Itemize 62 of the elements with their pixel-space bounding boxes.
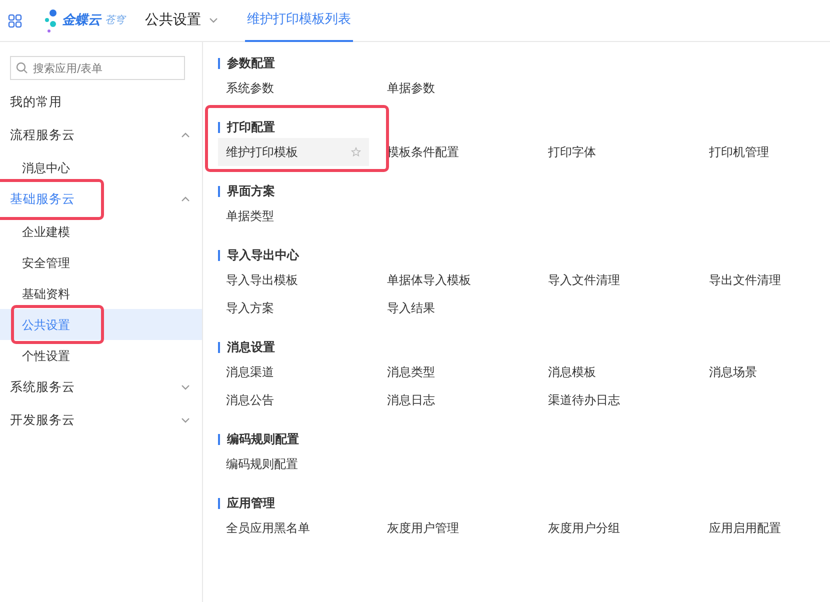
menu-link[interactable]: 编码规则配置 bbox=[218, 450, 369, 478]
menu-link[interactable]: 单据体导入模板 bbox=[379, 266, 530, 294]
menu-link[interactable]: 导入导出模板 bbox=[218, 266, 369, 294]
chevron-up-icon[interactable] bbox=[181, 132, 190, 139]
menu-link[interactable]: 维护打印模板 bbox=[218, 138, 369, 166]
menu-link[interactable]: 消息日志 bbox=[379, 386, 530, 414]
menu-link[interactable]: 消息公告 bbox=[218, 386, 369, 414]
section-title: 应用管理 bbox=[227, 495, 275, 512]
section-marker bbox=[218, 498, 220, 508]
section-title: 消息设置 bbox=[227, 339, 275, 356]
menu-link[interactable]: 打印机管理 bbox=[701, 138, 830, 166]
section-marker bbox=[218, 250, 220, 260]
section-title: 界面方案 bbox=[227, 183, 275, 200]
brand-subtitle: 苍穹 bbox=[105, 14, 125, 28]
caret-icon bbox=[209, 17, 219, 24]
sidebar-item[interactable]: 基础资料 bbox=[0, 278, 202, 309]
section-marker bbox=[218, 434, 220, 444]
sidebar-item[interactable]: 消息中心 bbox=[0, 152, 202, 183]
section-title: 导入导出中心 bbox=[227, 247, 299, 264]
brand-name: 金蝶云 bbox=[62, 12, 101, 30]
search-icon bbox=[16, 62, 28, 74]
section-title: 参数配置 bbox=[227, 55, 275, 72]
sidebar-group[interactable]: 系统服务云 bbox=[0, 371, 202, 404]
sidebar-group[interactable]: 流程服务云 bbox=[0, 119, 202, 152]
chevron-up-icon[interactable] bbox=[181, 196, 190, 203]
sidebar-group[interactable]: 我的常用 bbox=[0, 86, 202, 119]
menu-dropdown[interactable]: 公共设置 bbox=[145, 10, 219, 31]
app-grid-icon[interactable] bbox=[8, 14, 22, 28]
section-marker bbox=[218, 342, 220, 352]
sidebar-item[interactable]: 安全管理 bbox=[0, 247, 202, 278]
sidebar-item[interactable]: 企业建模 bbox=[0, 216, 202, 247]
menu-link[interactable]: 渠道待办日志 bbox=[540, 386, 691, 414]
section-marker bbox=[218, 122, 220, 132]
section-marker bbox=[218, 58, 220, 68]
section-title: 打印配置 bbox=[227, 119, 275, 136]
sidebar-group[interactable]: 开发服务云 bbox=[0, 404, 202, 437]
star-icon[interactable] bbox=[351, 147, 361, 157]
menu-link[interactable]: 系统参数 bbox=[218, 74, 369, 102]
menu-link[interactable]: 应用启用配置 bbox=[701, 514, 830, 542]
menu-link[interactable]: 单据类型 bbox=[218, 202, 369, 230]
chevron-down-icon[interactable] bbox=[181, 417, 190, 424]
search-field[interactable]: 搜索应用/表单 bbox=[10, 56, 185, 80]
sidebar-item[interactable]: 个性设置 bbox=[0, 340, 202, 371]
menu-link[interactable]: 消息模板 bbox=[540, 358, 691, 386]
chevron-down-icon[interactable] bbox=[181, 384, 190, 391]
menu-link[interactable]: 导入结果 bbox=[379, 294, 530, 322]
menu-link[interactable]: 导入文件清理 bbox=[540, 266, 691, 294]
section-marker bbox=[218, 186, 220, 196]
menu-link[interactable]: 灰度用户分组 bbox=[540, 514, 691, 542]
tab[interactable]: 维护打印模板列表 bbox=[245, 0, 353, 42]
logo-icon bbox=[44, 8, 58, 32]
menu-link[interactable]: 全员应用黑名单 bbox=[218, 514, 369, 542]
sidebar-group[interactable]: 基础服务云 bbox=[0, 183, 202, 216]
menu-link[interactable]: 消息渠道 bbox=[218, 358, 369, 386]
menu-link[interactable]: 单据参数 bbox=[379, 74, 530, 102]
menu-link[interactable]: 导入方案 bbox=[218, 294, 369, 322]
menu-link[interactable]: 消息场景 bbox=[701, 358, 830, 386]
menu-link[interactable]: 消息类型 bbox=[379, 358, 530, 386]
menu-link[interactable]: 打印字体 bbox=[540, 138, 691, 166]
section-title: 编码规则配置 bbox=[227, 431, 299, 448]
menu-link[interactable]: 灰度用户管理 bbox=[379, 514, 530, 542]
menu-link[interactable]: 导出文件清理 bbox=[701, 266, 830, 294]
